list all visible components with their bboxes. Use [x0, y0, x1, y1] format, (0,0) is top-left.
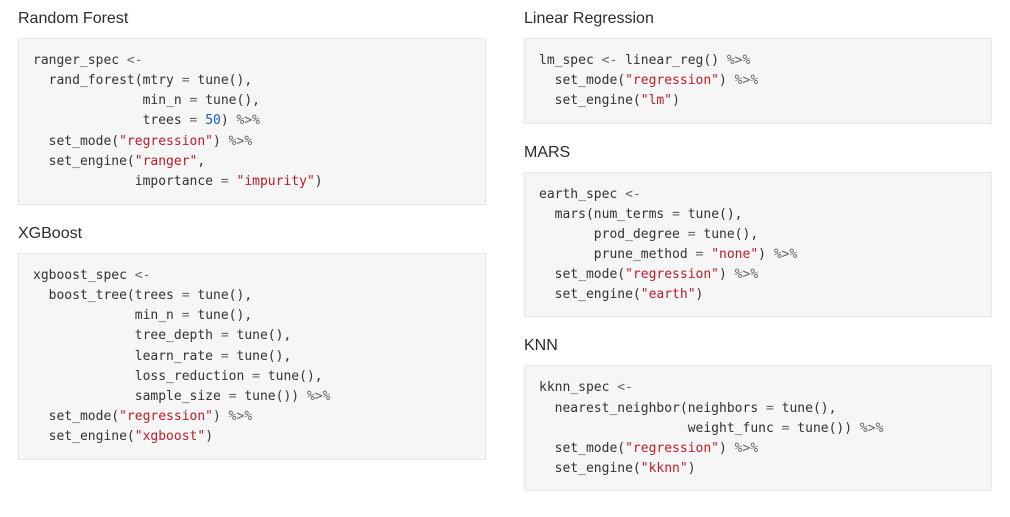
lm-code: lm_spec <- linear_reg() %>% set_mode("re… [524, 38, 992, 124]
rf-title: Random Forest [18, 10, 486, 28]
right-column: Linear Regression lm_spec <- linear_reg(… [524, 8, 992, 509]
mars-title: MARS [524, 144, 992, 162]
mars-code: earth_spec <- mars(num_terms = tune(), p… [524, 172, 992, 318]
left-column: Random Forest ranger_spec <- rand_forest… [18, 8, 486, 509]
rf-code: ranger_spec <- rand_forest(mtry = tune()… [18, 38, 486, 205]
knn-title: KNN [524, 337, 992, 355]
xgb-title: XGBoost [18, 225, 486, 243]
lm-title: Linear Regression [524, 10, 992, 28]
xgb-code: xgboost_spec <- boost_tree(trees = tune(… [18, 253, 486, 460]
knn-code: kknn_spec <- nearest_neighbor(neighbors … [524, 365, 992, 491]
